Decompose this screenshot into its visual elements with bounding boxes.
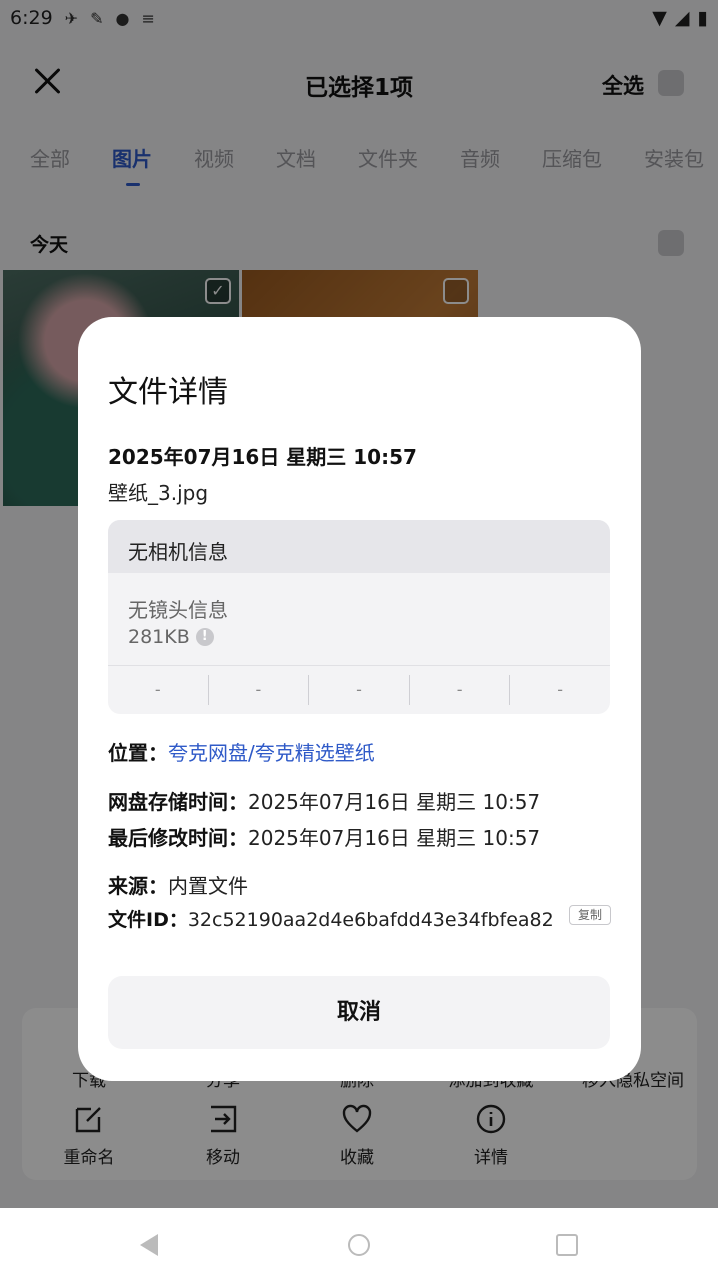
file-id-value: 32c52190aa2d4e6bafdd43e34fbfea82 xyxy=(187,909,554,931)
location-label: 位置： xyxy=(108,741,168,765)
modified-time-row: 最后修改时间：2025年07月16日 星期三 10:57 xyxy=(108,822,540,851)
home-icon[interactable] xyxy=(348,1234,370,1256)
lens-info: 无镜头信息 xyxy=(128,598,228,622)
source-label: 来源： xyxy=(108,874,168,898)
divider xyxy=(108,665,610,666)
info-alert-icon[interactable]: ! xyxy=(195,628,214,646)
file-id-label: 文件ID： xyxy=(108,909,188,931)
source-row: 来源：内置文件 xyxy=(108,870,248,899)
file-size-value: 281KB xyxy=(128,626,190,648)
cancel-button[interactable]: 取消 xyxy=(108,976,610,1049)
stored-time-row: 网盘存储时间：2025年07月16日 星期三 10:57 xyxy=(108,786,540,815)
stored-time-value: 2025年07月16日 星期三 10:57 xyxy=(248,790,541,814)
dialog-title: 文件详情 xyxy=(108,375,228,410)
location-row: 位置：夸克网盘/夸克精选壁纸 xyxy=(108,737,375,766)
exif-params: - - - - - xyxy=(108,675,610,705)
recents-icon[interactable] xyxy=(556,1234,578,1256)
file-size: 281KB ! xyxy=(128,626,214,648)
exif-info-box: 无相机信息 无镜头信息 281KB ! - - - - - xyxy=(108,520,610,714)
exif-param: - xyxy=(509,675,610,705)
file-date: 2025年07月16日 星期三 10:57 xyxy=(108,445,417,469)
copy-button[interactable]: 复制 xyxy=(569,905,611,925)
back-icon[interactable] xyxy=(140,1234,158,1256)
stored-time-label: 网盘存储时间： xyxy=(108,790,248,814)
exif-param: - xyxy=(308,675,409,705)
exif-param: - xyxy=(408,675,510,705)
file-name: 壁纸_3.jpg xyxy=(108,481,209,505)
file-id-row: 文件ID：32c52190aa2d4e6bafdd43e34fbfea82 xyxy=(108,905,554,932)
camera-info: 无相机信息 xyxy=(108,520,610,573)
source-value: 内置文件 xyxy=(168,874,248,898)
modified-time-value: 2025年07月16日 星期三 10:57 xyxy=(248,826,541,850)
exif-param: - xyxy=(154,680,161,699)
exif-param: - xyxy=(207,675,309,705)
modified-time-label: 最后修改时间： xyxy=(108,826,248,850)
location-link[interactable]: 夸克网盘/夸克精选壁纸 xyxy=(168,741,375,765)
system-nav-bar xyxy=(0,1208,718,1280)
file-details-dialog: 文件详情 2025年07月16日 星期三 10:57 壁纸_3.jpg 无相机信… xyxy=(78,317,641,1081)
